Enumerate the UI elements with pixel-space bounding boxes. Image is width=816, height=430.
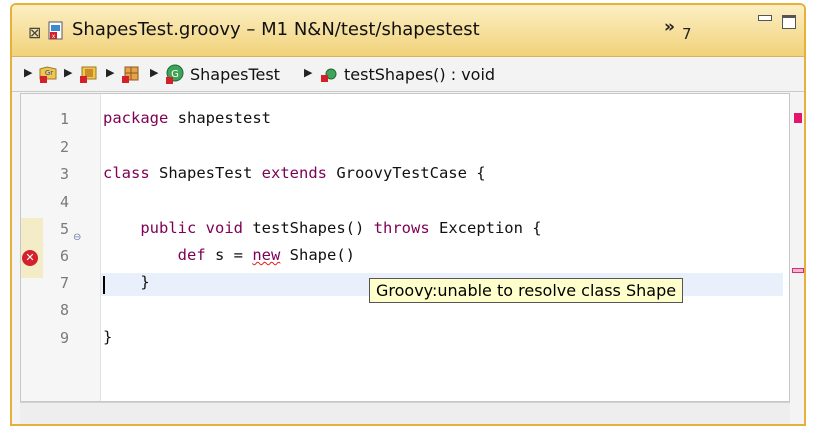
overview-ruler[interactable] xyxy=(792,93,804,402)
line-number-gutter: 1 2 3 4 5 ⊖ 6 7 8 9 xyxy=(43,94,101,401)
overview-error-marker[interactable] xyxy=(794,113,802,123)
breadcrumb: ▶ Gr ▶ ▶ ▶ G ShapesTest ▶ testShapes():… xyxy=(12,57,804,92)
svg-text:Gr: Gr xyxy=(45,69,53,77)
breadcrumb-arrow-icon[interactable]: ▶ xyxy=(64,66,72,79)
line-number: 6 xyxy=(59,247,69,265)
minimize-icon[interactable] xyxy=(758,15,772,21)
code-line[interactable]: class ShapesTest extends GroovyTestCase … xyxy=(103,164,486,182)
code-editor[interactable]: ✕ 1 2 3 4 5 ⊖ 6 7 8 9 package shapestest… xyxy=(20,93,790,402)
code-line[interactable]: def s = new Shape() xyxy=(103,246,355,264)
horizontal-scrollbar[interactable] xyxy=(20,402,790,424)
error-icon[interactable]: ✕ xyxy=(22,250,38,266)
breadcrumb-arrow-icon[interactable]: ▶ xyxy=(150,66,158,79)
line-number: 1 xyxy=(59,110,69,128)
groovy-class-icon[interactable]: G xyxy=(164,63,186,85)
line-number: 3 xyxy=(59,165,69,183)
line-number: 2 xyxy=(59,138,69,156)
tab-overflow-count[interactable]: 7 xyxy=(682,25,692,43)
breadcrumb-arrow-icon[interactable]: ▶ xyxy=(24,66,32,79)
line-number: 9 xyxy=(59,329,69,347)
editor-window: ⊠ x ShapesTest.groovy – M1 N&N/test/shap… xyxy=(10,3,806,426)
line-number: 5 xyxy=(59,220,69,238)
tab-overflow-chevron-icon[interactable]: » xyxy=(664,17,675,37)
code-line[interactable]: } xyxy=(103,273,149,291)
groovy-test-file-icon: x xyxy=(48,21,63,40)
overview-error-annotation[interactable] xyxy=(792,268,804,273)
project-icon[interactable]: Gr xyxy=(38,63,60,85)
breadcrumb-arrow-icon[interactable]: ▶ xyxy=(304,66,312,79)
fold-toggle-icon[interactable]: ⊖ xyxy=(73,232,81,243)
editor-tab-title[interactable]: ShapesTest.groovy – M1 N&N/test/shapeste… xyxy=(72,19,480,40)
package-icon[interactable] xyxy=(120,63,142,85)
line-number: 4 xyxy=(59,193,69,211)
code-line[interactable]: public void testShapes() throws Exceptio… xyxy=(103,219,541,237)
code-line[interactable]: package shapestest xyxy=(103,109,271,127)
breadcrumb-class-label[interactable]: ShapesTest xyxy=(190,65,280,84)
code-line[interactable]: } xyxy=(103,328,112,346)
line-number: 7 xyxy=(59,274,69,292)
error-tooltip: Groovy:unable to resolve class Shape xyxy=(369,278,684,303)
breadcrumb-method-label[interactable]: testShapes() : void xyxy=(344,65,495,84)
editor-tab-bar: ⊠ x ShapesTest.groovy – M1 N&N/test/shap… xyxy=(12,5,804,57)
code-text-area[interactable]: package shapestest class ShapesTest exte… xyxy=(101,94,791,401)
method-icon[interactable] xyxy=(318,63,340,85)
maximize-icon[interactable] xyxy=(782,15,796,29)
breadcrumb-arrow-icon[interactable]: ▶ xyxy=(106,66,114,79)
source-folder-icon[interactable] xyxy=(78,63,100,85)
line-number: 8 xyxy=(59,301,69,319)
folding-range-marker xyxy=(21,218,43,278)
error-squiggle: new xyxy=(252,246,281,264)
tab-close-icon[interactable]: ⊠ xyxy=(28,23,41,42)
svg-text:x: x xyxy=(52,33,56,40)
